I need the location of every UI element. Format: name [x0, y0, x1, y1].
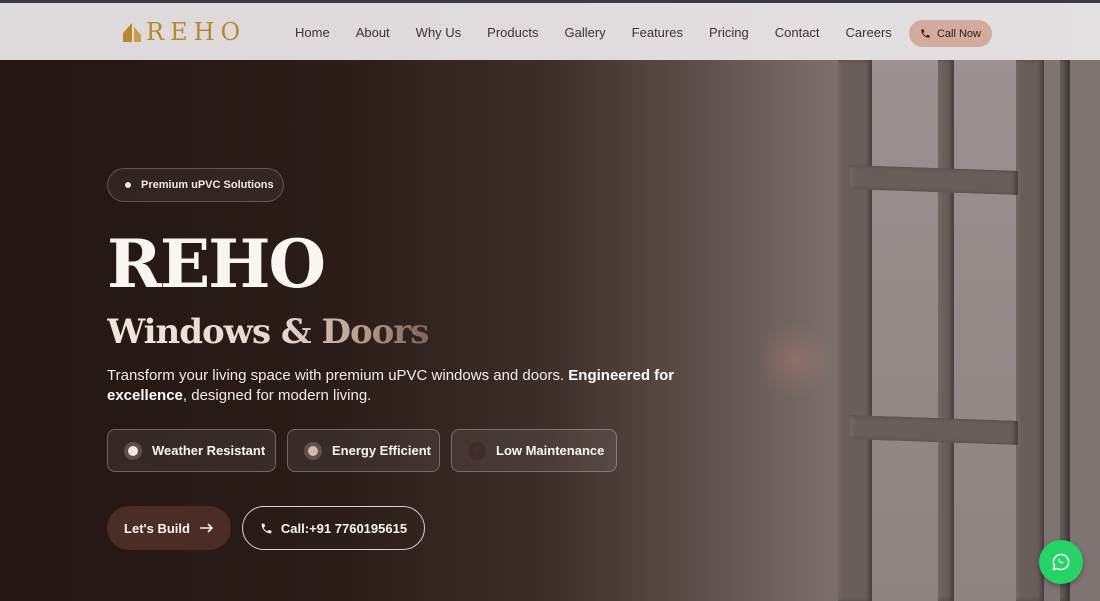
phone-icon	[261, 523, 272, 533]
description-text: Transform your living space with premium…	[107, 367, 569, 384]
nav-links: Home About Why Us Products Gallery Featu…	[295, 25, 918, 40]
feature-dot-icon	[304, 441, 322, 460]
nav-link-features[interactable]: Features	[632, 25, 683, 40]
nav-link-contact[interactable]: Contact	[775, 25, 820, 40]
nav-link-gallery[interactable]: Gallery	[564, 25, 605, 40]
badge-dot-icon	[125, 182, 131, 188]
hero-title: REHO	[107, 225, 326, 303]
lets-build-label: Let's Build	[124, 520, 190, 536]
nav-link-about[interactable]: About	[356, 25, 390, 40]
logo-text: REHO	[146, 18, 247, 46]
feature-label: Energy Efficient	[332, 443, 431, 458]
call-now-label: Call Now	[936, 27, 981, 40]
call-phone-button[interactable]: Call:+91 7760195615	[242, 506, 425, 550]
phone-icon	[921, 29, 930, 38]
description-tail: , designed for modern living.	[182, 387, 372, 404]
nav-link-home[interactable]: Home	[295, 25, 330, 40]
call-now-button[interactable]: Call Now	[909, 20, 992, 47]
feature-dot-icon	[124, 441, 142, 460]
hero-description: Transform your living space with premium…	[107, 366, 677, 406]
logo-mark-icon	[123, 23, 141, 42]
premium-badge: Premium uPVC Solutions	[107, 168, 284, 202]
top-navigation: REHO Home About Why Us Products Gallery …	[0, 0, 1100, 60]
nav-link-careers[interactable]: Careers	[846, 25, 892, 40]
feature-label: Low Maintenance	[496, 443, 605, 458]
feature-label: Weather Resistant	[152, 443, 266, 458]
nav-link-products[interactable]: Products	[487, 25, 538, 40]
call-phone-label: Call:+91 7760195615	[280, 520, 408, 536]
window-image	[820, 0, 1100, 601]
lets-build-button[interactable]: Let's Build	[107, 506, 231, 550]
nav-link-why-us[interactable]: Why Us	[416, 25, 462, 40]
hero-subtitle: Windows & Doors	[107, 312, 429, 352]
feature-dot-icon	[468, 441, 486, 460]
whatsapp-button[interactable]	[1039, 540, 1083, 584]
feature-energy-efficient: Energy Efficient	[287, 429, 440, 472]
arrow-right-icon	[199, 523, 214, 533]
feature-weather-resistant: Weather Resistant	[107, 429, 276, 472]
badge-label: Premium uPVC Solutions	[141, 179, 274, 191]
whatsapp-icon	[1052, 553, 1070, 571]
brand-logo[interactable]: REHO	[122, 18, 247, 46]
feature-low-maintenance: Low Maintenance	[451, 429, 617, 472]
nav-link-pricing[interactable]: Pricing	[709, 25, 749, 40]
